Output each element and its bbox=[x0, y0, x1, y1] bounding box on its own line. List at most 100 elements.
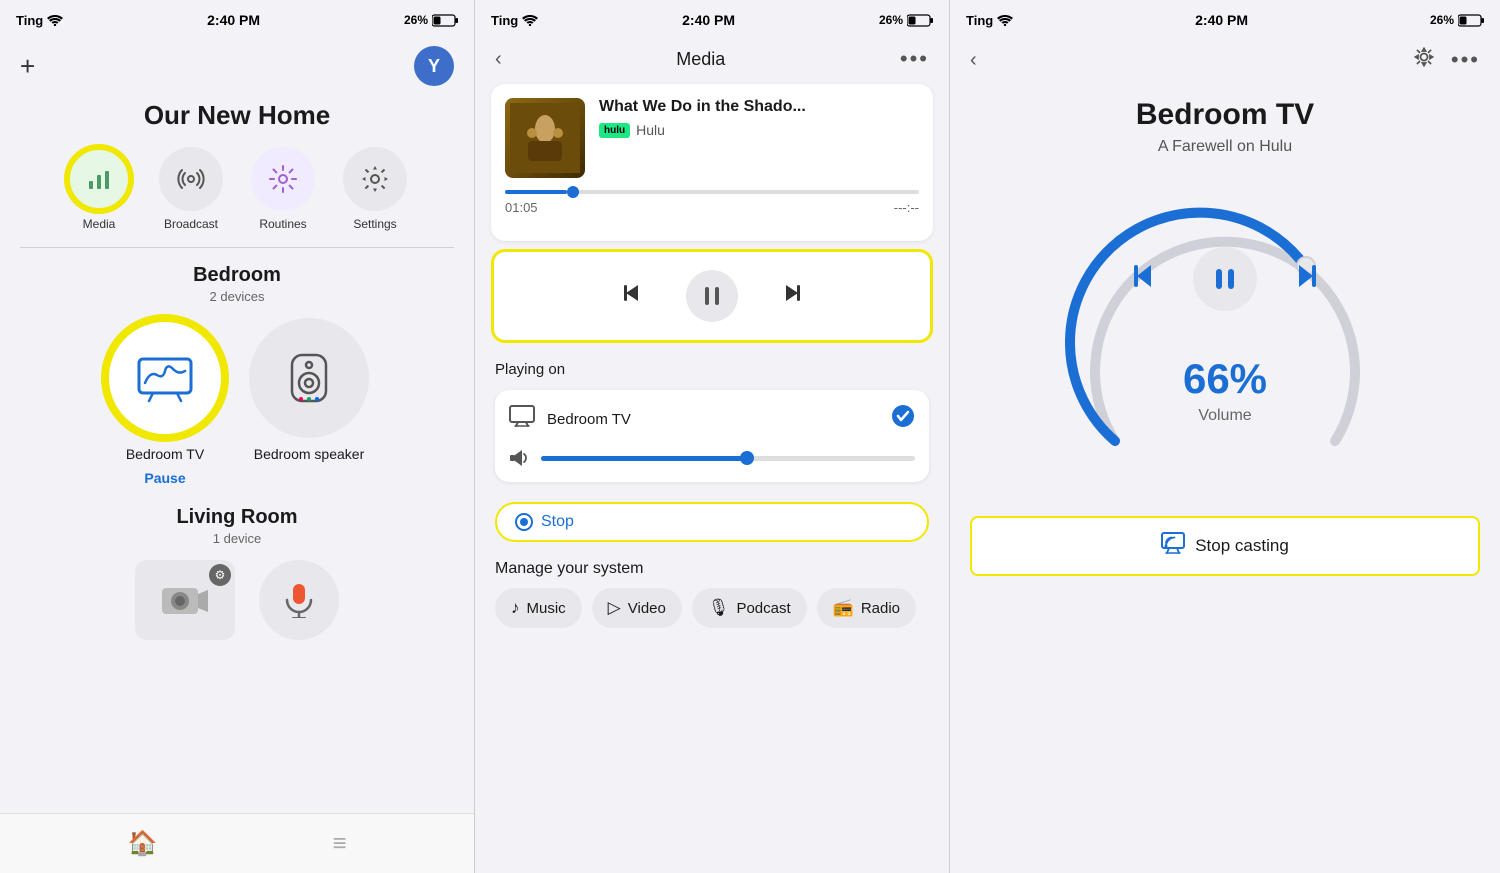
p3-volume-label: Volume bbox=[1198, 407, 1251, 425]
p3-volume-center: 66% Volume bbox=[1127, 247, 1323, 425]
p2-manage-label: Manage your system bbox=[495, 560, 929, 578]
skip-prev-icon bbox=[618, 279, 646, 307]
bedroom-speaker-label: Bedroom speaker bbox=[254, 446, 365, 462]
p2-pause-button[interactable] bbox=[686, 270, 738, 322]
bedroom-subtitle: 2 devices bbox=[0, 289, 474, 304]
p3-next-button[interactable] bbox=[1289, 259, 1323, 300]
icon-broadcast[interactable]: Broadcast bbox=[159, 147, 223, 231]
wifi-icon-1 bbox=[47, 14, 63, 26]
radio-icon: 📻 bbox=[833, 598, 854, 618]
p2-manage-pills: ♪ Music ▷ Video 🎙 Podcast 📻 Radio bbox=[495, 588, 929, 628]
pause-icon-3 bbox=[1211, 265, 1239, 293]
living-room-section: Living Room 1 device ⚙ bbox=[0, 506, 474, 640]
settings-label: Settings bbox=[353, 217, 396, 231]
battery-pct-2: 26% bbox=[879, 13, 903, 27]
p2-podcast-label: Podcast bbox=[736, 600, 790, 617]
p2-prev-button[interactable] bbox=[618, 279, 646, 314]
p3-pause-button[interactable] bbox=[1193, 247, 1257, 311]
p3-volume-area[interactable]: 66% Volume bbox=[1065, 176, 1385, 496]
wifi-icon-2 bbox=[522, 14, 538, 26]
avatar[interactable]: Y bbox=[414, 46, 454, 86]
podcast-icon: 🎙 bbox=[708, 598, 730, 618]
home-footer-icon[interactable]: 🏠 bbox=[128, 829, 158, 858]
battery-pct-1: 26% bbox=[404, 13, 428, 27]
p3-device-title: Bedroom TV bbox=[950, 78, 1500, 138]
status-bar-2: Ting 2:40 PM 26% bbox=[475, 0, 949, 38]
battery-pct-3: 26% bbox=[1430, 13, 1454, 27]
tv-icon bbox=[135, 353, 195, 403]
icon-settings[interactable]: Settings bbox=[343, 147, 407, 231]
phone-3: Ting 2:40 PM 26% ‹ bbox=[950, 0, 1500, 873]
p1-footer: 🏠 ≡ bbox=[0, 813, 474, 873]
p2-radio-pill[interactable]: 📻 Radio bbox=[817, 588, 916, 628]
p2-back-button[interactable]: ‹ bbox=[495, 48, 502, 71]
broadcast-icon-circle bbox=[159, 147, 223, 211]
p2-vol-fill bbox=[541, 456, 747, 461]
media-label: Media bbox=[83, 217, 116, 231]
p3-more-button[interactable]: ••• bbox=[1451, 47, 1480, 73]
p2-device-name: Bedroom TV bbox=[547, 411, 879, 428]
status-right-1: 26% bbox=[404, 13, 458, 27]
carrier-2: Ting bbox=[491, 13, 518, 28]
status-right-3: 26% bbox=[1430, 13, 1484, 27]
p2-video-label: Video bbox=[628, 600, 666, 617]
p2-device-check-icon bbox=[891, 404, 915, 434]
gear-icon bbox=[1413, 46, 1435, 68]
p2-more-button[interactable]: ••• bbox=[900, 46, 929, 72]
living-room-title: Living Room bbox=[20, 506, 454, 529]
bedroom-devices: Bedroom TV Pause Bedroom speaker bbox=[0, 318, 474, 506]
p2-manage-section: Manage your system ♪ Music ▷ Video 🎙 Pod… bbox=[475, 552, 949, 636]
status-bar-1: Ting 2:40 PM 26% bbox=[0, 0, 474, 38]
icons-row: Media Broadcast bbox=[0, 147, 474, 247]
camera-icon bbox=[160, 580, 210, 620]
p3-back-button[interactable]: ‹ bbox=[970, 49, 977, 72]
routines-label: Routines bbox=[259, 217, 306, 231]
add-button[interactable]: + bbox=[20, 53, 35, 79]
p2-volume-row bbox=[509, 448, 915, 468]
list-footer-icon[interactable]: ≡ bbox=[332, 830, 346, 858]
p2-stop-label: Stop bbox=[541, 513, 574, 531]
p2-progress-area: 01:05 ---:-- bbox=[505, 190, 919, 215]
media-thumb-art bbox=[510, 103, 580, 173]
living-room-devices: ⚙ bbox=[20, 560, 454, 640]
p2-media-source-name: Hulu bbox=[636, 122, 665, 138]
p2-time-total: ---:-- bbox=[894, 200, 919, 215]
p3-gear-button[interactable] bbox=[1413, 46, 1435, 74]
routines-icon-circle bbox=[251, 147, 315, 211]
bedroom-tv-action[interactable]: Pause bbox=[144, 470, 185, 486]
bedroom-tv-device[interactable]: Bedroom TV Pause bbox=[105, 318, 225, 486]
bedroom-speaker-circle bbox=[249, 318, 369, 438]
p2-video-pill[interactable]: ▷ Video bbox=[592, 588, 682, 628]
music-note-icon: ♪ bbox=[511, 598, 520, 618]
p2-device-row: Bedroom TV bbox=[509, 404, 915, 434]
p2-media-source: hulu Hulu bbox=[599, 122, 919, 138]
battery-icon-2 bbox=[907, 14, 933, 27]
p2-media-card: What We Do in the Shado... hulu Hulu 01:… bbox=[491, 84, 933, 241]
p2-next-button[interactable] bbox=[778, 279, 806, 314]
p3-stop-casting-button[interactable]: Stop casting bbox=[970, 516, 1480, 576]
p2-vol-track[interactable] bbox=[541, 456, 915, 461]
video-camera-icon: ▷ bbox=[608, 598, 621, 618]
battery-icon-3 bbox=[1458, 14, 1484, 27]
living-cam-box: ⚙ bbox=[135, 560, 235, 640]
icon-routines[interactable]: Routines bbox=[251, 147, 315, 231]
p2-media-title: What We Do in the Shado... bbox=[599, 98, 919, 116]
living-room-subtitle: 1 device bbox=[20, 531, 454, 546]
bedroom-speaker-device[interactable]: Bedroom speaker bbox=[249, 318, 369, 486]
icon-media[interactable]: Media bbox=[67, 147, 131, 231]
p2-media-info: What We Do in the Shado... hulu Hulu bbox=[599, 98, 919, 138]
volume-icon bbox=[509, 448, 529, 468]
living-cam-device[interactable]: ⚙ bbox=[135, 560, 235, 640]
p2-time-row: 01:05 ---:-- bbox=[505, 200, 919, 215]
p2-playing-label: Playing on bbox=[495, 361, 929, 378]
wifi-icon-3 bbox=[997, 14, 1013, 26]
p2-controls bbox=[491, 249, 933, 343]
living-assistant-device[interactable] bbox=[259, 560, 339, 640]
p2-progress-bar[interactable] bbox=[505, 190, 919, 194]
hulu-badge: hulu bbox=[599, 123, 630, 138]
p3-prev-button[interactable] bbox=[1127, 259, 1161, 300]
p2-music-pill[interactable]: ♪ Music bbox=[495, 588, 582, 628]
status-left-1: Ting bbox=[16, 13, 63, 28]
p2-stop-button[interactable]: Stop bbox=[495, 502, 929, 542]
p2-podcast-pill[interactable]: 🎙 Podcast bbox=[692, 588, 807, 628]
